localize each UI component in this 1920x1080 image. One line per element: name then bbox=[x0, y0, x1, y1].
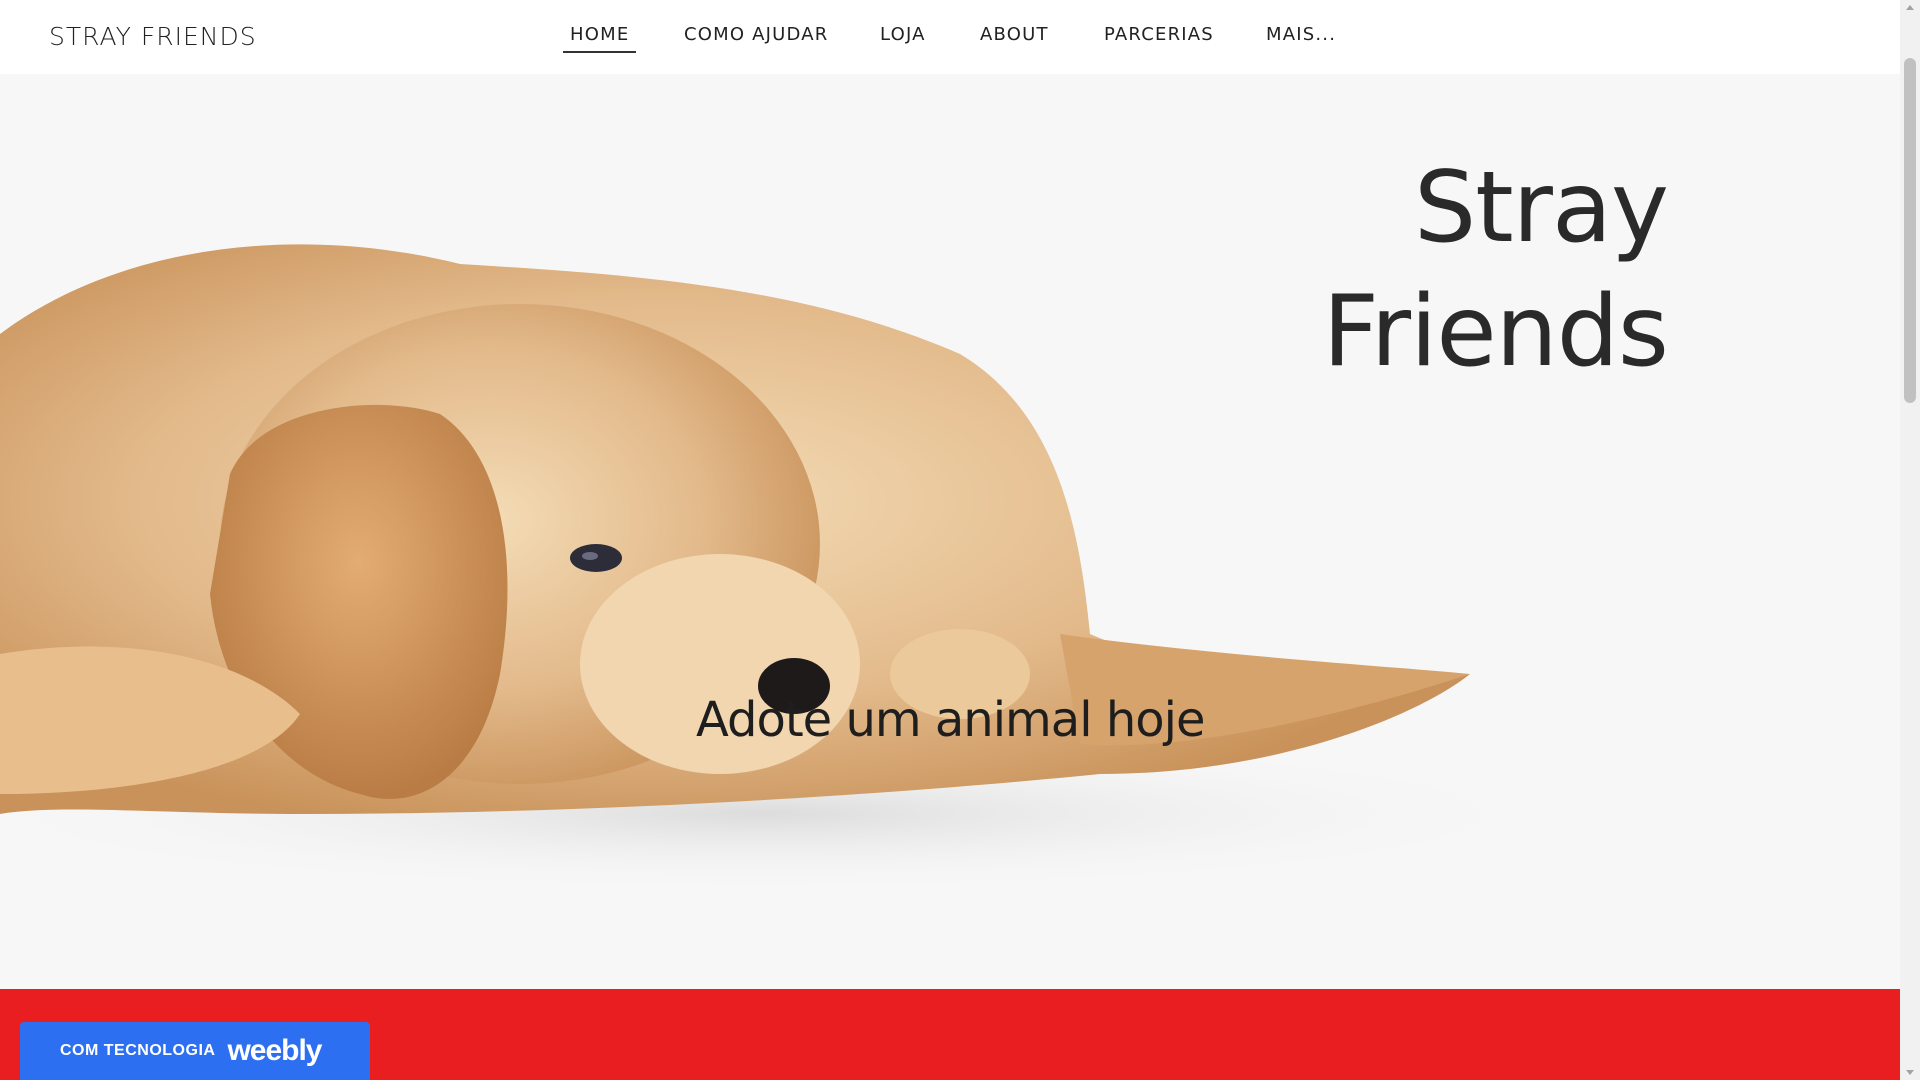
vertical-scrollbar[interactable] bbox=[1900, 0, 1920, 1080]
scroll-thumb[interactable] bbox=[1904, 58, 1916, 403]
headline-line-2: Friends bbox=[1322, 275, 1669, 389]
nav-item-mais[interactable]: MAIS... bbox=[1266, 24, 1336, 51]
powered-by-badge[interactable]: COM TECNOLOGIA weebly bbox=[20, 1022, 370, 1080]
weebly-logo: weebly bbox=[227, 1034, 322, 1067]
nav-item-loja[interactable]: LOJA bbox=[880, 24, 926, 51]
nav-item-home[interactable]: HOME bbox=[563, 24, 637, 53]
site-title[interactable]: STRAY FRIENDS bbox=[49, 22, 257, 51]
nav-item-parcerias[interactable]: PARCERIAS bbox=[1104, 24, 1214, 51]
nav-item-como-ajudar[interactable]: COMO AJUDAR bbox=[684, 24, 829, 51]
hero-subline: Adote um animal hoje bbox=[696, 692, 1205, 748]
headline-line-1: Stray bbox=[1414, 151, 1669, 265]
hero-headline: Stray Friends bbox=[1322, 146, 1669, 394]
hero-section: Stray Friends Adote um animal hoje bbox=[0, 74, 1900, 989]
scroll-up-icon[interactable] bbox=[1906, 5, 1914, 10]
badge-label: COM TECNOLOGIA bbox=[60, 1042, 216, 1059]
nav-item-about[interactable]: ABOUT bbox=[980, 24, 1049, 51]
top-navigation-bar: STRAY FRIENDS HOME COMO AJUDAR LOJA ABOU… bbox=[0, 0, 1900, 74]
scroll-down-icon[interactable] bbox=[1906, 1070, 1914, 1075]
